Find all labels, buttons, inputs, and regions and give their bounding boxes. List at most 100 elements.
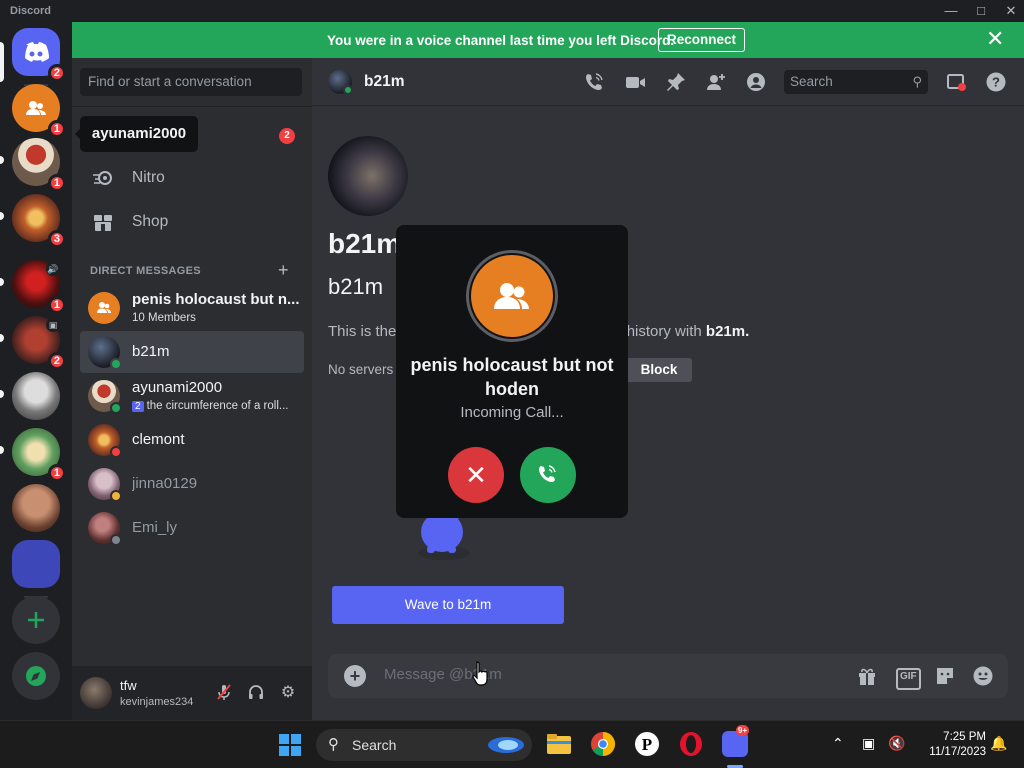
help-icon[interactable]: ?	[984, 71, 1008, 93]
history-prefix: This is the	[328, 323, 397, 340]
notification-bell-icon[interactable]: 🔔	[990, 735, 1007, 752]
close-window-button[interactable]: ✕	[996, 2, 1024, 20]
dm-name: clemont	[132, 431, 185, 448]
opera-icon[interactable]	[678, 731, 704, 757]
group-icon	[494, 283, 529, 309]
dm-item-group[interactable]: penis holocaust but n... 10 Members	[80, 287, 304, 329]
p-app-icon[interactable]: P	[634, 731, 660, 757]
accept-call-button[interactable]	[520, 447, 576, 503]
nav-nitro[interactable]: Nitro	[80, 158, 304, 198]
emoji-icon[interactable]	[972, 665, 994, 687]
user-profile-icon[interactable]	[744, 71, 768, 93]
minimize-button[interactable]: —	[936, 2, 966, 20]
taskbar-search[interactable]: ⚲ Search	[316, 729, 532, 761]
server-badge: 1	[47, 174, 66, 192]
call-title: penis holocaust but not hoden	[410, 355, 614, 399]
gif-icon[interactable]: GIF	[896, 668, 921, 690]
inbox-icon[interactable]	[944, 71, 968, 93]
server-toad[interactable]: 1	[12, 138, 66, 192]
server-badge: 1	[47, 120, 66, 138]
banner-message: You were in a voice channel last time yo…	[327, 33, 675, 48]
reconnect-button[interactable]: Reconnect	[658, 28, 745, 52]
plus-icon	[28, 612, 44, 628]
decline-call-button[interactable]: ✕	[448, 447, 504, 503]
dm-name: penis holocaust but n...	[132, 291, 300, 308]
nav-label: Nitro	[132, 169, 165, 186]
maximize-button[interactable]: □	[966, 2, 996, 20]
dm-item-b21m[interactable]: b21m	[80, 331, 304, 373]
status-idle-indicator	[110, 490, 122, 502]
windows-taskbar: ⚲ Search P 9+ ⌃ ▣ 🔇 7:25 PM 11/17/2023 🔔	[0, 720, 1024, 768]
voice-call-icon[interactable]	[582, 71, 606, 93]
profile-display-name: b21m	[328, 228, 402, 259]
block-button[interactable]: Block	[626, 358, 692, 382]
server-blue[interactable]	[12, 540, 60, 588]
user-avatar[interactable]	[80, 677, 112, 709]
svg-text:?: ?	[992, 75, 1000, 90]
server-group-orange[interactable]: 1	[12, 84, 66, 138]
chrome-icon[interactable]	[590, 731, 616, 757]
volume-muted-icon[interactable]: 🔇	[888, 735, 905, 752]
pin-icon[interactable]	[664, 71, 688, 93]
clock-time: 7:25 PM	[943, 731, 986, 743]
server-face[interactable]	[12, 484, 60, 532]
dm-subtitle: 10 Members	[132, 312, 196, 324]
home-button[interactable]: 2	[12, 28, 66, 82]
explore-button[interactable]	[12, 652, 60, 700]
search-placeholder: Search	[790, 74, 833, 89]
server-orange-art[interactable]: 3	[12, 194, 66, 248]
chevron-up-icon[interactable]: ⌃	[832, 735, 844, 752]
phone-accept-icon	[539, 465, 556, 482]
display-icon[interactable]: ▣	[862, 735, 875, 752]
banner-close-icon[interactable]: ✕	[986, 28, 1004, 50]
group-icon	[97, 302, 111, 313]
attach-plus-icon[interactable]: +	[344, 665, 366, 687]
user-display-name: tfw	[120, 678, 137, 693]
find-conversation-input[interactable]: Find or start a conversation	[80, 68, 302, 96]
gift-icon[interactable]	[856, 665, 878, 687]
file-explorer-icon[interactable]	[546, 731, 572, 757]
header-search-input[interactable]: Search ⚲	[784, 70, 928, 94]
unread-pill	[0, 446, 4, 454]
dm-item-emi-ly[interactable]: Emi_ly	[80, 507, 304, 549]
video-call-icon[interactable]	[623, 71, 647, 93]
server-badge: 1	[47, 296, 66, 314]
windows-start-icon[interactable]	[279, 734, 301, 756]
create-dm-plus-icon[interactable]: +	[278, 260, 289, 281]
server-portrait[interactable]	[12, 372, 60, 420]
discord-taskbar-icon[interactable]: 9+	[722, 725, 750, 757]
discord-taskbar-badge: 9+	[736, 725, 750, 736]
wave-button[interactable]: Wave to b21m	[332, 586, 564, 624]
add-server-button[interactable]	[12, 596, 60, 644]
nav-shop[interactable]: Shop	[80, 202, 304, 242]
svg-text:P: P	[642, 735, 652, 754]
profile-avatar	[328, 136, 408, 216]
hand-cursor-icon	[472, 661, 488, 686]
unread-pill	[0, 390, 4, 398]
reconnect-banner: You were in a voice channel last time yo…	[72, 22, 1024, 58]
headphones-icon[interactable]	[246, 683, 266, 703]
user-tag: kevinjames234	[120, 696, 194, 708]
home-badge: 2	[47, 64, 66, 82]
dm-subtitle: 2 the circumference of a roll...	[132, 400, 304, 412]
call-status: Incoming Call...	[460, 404, 564, 421]
header-username: b21m	[364, 73, 405, 90]
message-composer[interactable]: + Message @b21m GIF	[328, 654, 1008, 698]
shop-icon	[92, 212, 114, 232]
add-friend-icon[interactable]	[704, 71, 728, 93]
sticker-icon[interactable]	[934, 665, 956, 687]
dm-item-ayunami2000[interactable]: ayunami2000 2 the circumference of a roll…	[80, 375, 304, 417]
status-offline-indicator	[110, 534, 122, 546]
unread-pill	[0, 212, 4, 220]
dm-sidebar: Find or start a conversation 2 Nitro Sho…	[72, 58, 312, 720]
server-badge: 1	[47, 464, 66, 482]
mute-mic-icon[interactable]	[214, 683, 234, 703]
taskbar-clock[interactable]: 7:25 PM 11/17/2023	[918, 730, 986, 760]
server-anime[interactable]: 1	[12, 428, 66, 482]
incoming-call-popup: penis holocaust but not hoden Incoming C…	[396, 225, 628, 518]
nav-label: Shop	[132, 213, 169, 230]
dm-item-clemont[interactable]: clemont	[80, 419, 304, 461]
settings-gear-icon[interactable]: ⚙	[278, 683, 298, 703]
dm-name: b21m	[132, 343, 170, 360]
dm-item-jinna0129[interactable]: jinna0129	[80, 463, 304, 505]
